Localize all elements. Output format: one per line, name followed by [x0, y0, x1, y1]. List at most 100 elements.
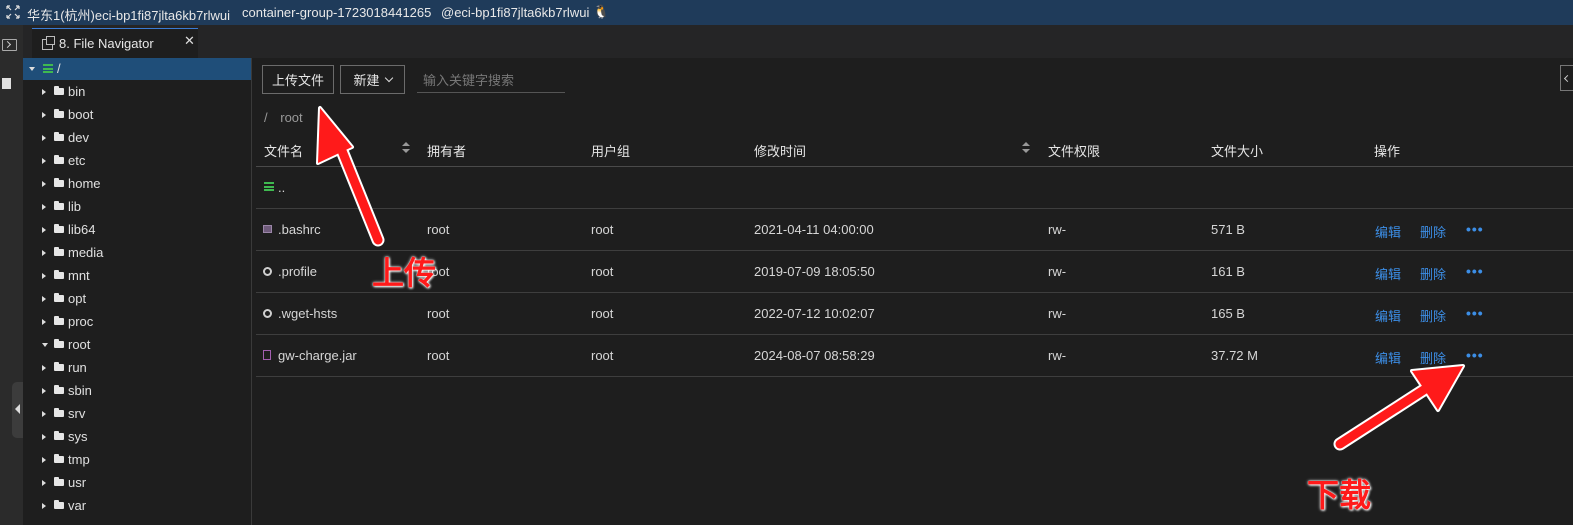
tree-item-home[interactable]: home: [23, 173, 251, 195]
chevron-right-icon[interactable]: [42, 411, 46, 417]
upload-annotation: 上传: [372, 255, 437, 291]
tree-item-label: /: [57, 61, 61, 76]
tree-item-label: run: [68, 360, 87, 375]
new-dropdown-button[interactable]: 新建: [340, 65, 405, 94]
chevron-right-icon[interactable]: [42, 434, 46, 440]
tree-item-media[interactable]: media: [23, 242, 251, 264]
parent-dir-label[interactable]: ..: [278, 180, 285, 195]
chevron-right-icon[interactable]: [42, 135, 46, 141]
delete-link[interactable]: 删除: [1420, 348, 1446, 367]
tree-item-label: tmp: [68, 452, 90, 467]
chevron-right-icon[interactable]: [42, 204, 46, 210]
edit-link[interactable]: 编辑: [1375, 222, 1401, 241]
terminal-icon[interactable]: [2, 39, 17, 51]
tree-item-lib[interactable]: lib: [23, 196, 251, 218]
linux-icon: 🐧: [593, 4, 610, 19]
delete-link[interactable]: 删除: [1420, 264, 1446, 283]
breadcrumb-current[interactable]: root: [280, 110, 302, 125]
header-name[interactable]: 文件名: [264, 141, 303, 160]
chevron-right-icon[interactable]: [42, 158, 46, 164]
folder-icon: [54, 201, 64, 210]
delete-link[interactable]: 删除: [1420, 222, 1446, 241]
folder-icon: [54, 316, 64, 325]
chevron-right-icon[interactable]: [42, 480, 46, 486]
tree-item-run[interactable]: run: [23, 357, 251, 379]
tree-item-srv[interactable]: srv: [23, 403, 251, 425]
chevron-right-icon[interactable]: [42, 112, 46, 118]
table-row[interactable]: .profile root root 2019-07-09 18:05:50 rw- 16…: [256, 251, 1573, 293]
tree-item-root-dir[interactable]: /: [23, 58, 251, 80]
file-permission: rw-: [1048, 306, 1067, 321]
more-actions-icon[interactable]: •••: [1466, 305, 1484, 321]
chevron-right-icon[interactable]: [42, 181, 46, 187]
edit-link[interactable]: 编辑: [1375, 264, 1401, 283]
folder-icon: [54, 270, 64, 279]
expand-icon[interactable]: [6, 5, 20, 19]
tree-item-bin[interactable]: bin: [23, 81, 251, 103]
tree-item-var[interactable]: var: [23, 495, 251, 517]
folder-icon: [54, 178, 64, 187]
tree-item-proc[interactable]: proc: [23, 311, 251, 333]
file-owner: root: [427, 222, 450, 237]
sort-icon[interactable]: [402, 142, 410, 154]
tree-item-root[interactable]: root: [23, 334, 251, 356]
more-actions-icon[interactable]: •••: [1466, 263, 1484, 279]
list-icon: [43, 64, 53, 73]
file-name[interactable]: gw-charge.jar: [278, 348, 357, 363]
chevron-right-icon[interactable]: [42, 273, 46, 279]
chevron-right-icon[interactable]: [42, 319, 46, 325]
delete-link[interactable]: 删除: [1420, 306, 1446, 325]
search-input[interactable]: [417, 68, 565, 93]
tree-item-boot[interactable]: boot: [23, 104, 251, 126]
chevron-right-icon[interactable]: [42, 388, 46, 394]
edit-link[interactable]: 编辑: [1375, 348, 1401, 367]
chevron-right-icon[interactable]: [42, 457, 46, 463]
close-icon[interactable]: ✕: [184, 33, 195, 49]
tree-item-sys[interactable]: sys: [23, 426, 251, 448]
table-row[interactable]: gw-charge.jar root root 2024-08-07 08:58:29…: [256, 335, 1573, 377]
panel-toggle-button[interactable]: [1560, 65, 1573, 91]
tree-item-label: sbin: [68, 383, 92, 398]
file-permission: rw-: [1048, 264, 1067, 279]
chevron-right-icon[interactable]: [42, 365, 46, 371]
chevron-right-icon[interactable]: [42, 503, 46, 509]
copy-icon: [42, 36, 55, 50]
more-actions-icon[interactable]: •••: [1466, 221, 1484, 237]
chevron-right-icon[interactable]: [42, 250, 46, 256]
chevron-right-icon[interactable]: [42, 89, 46, 95]
tree-item-lib64[interactable]: lib64: [23, 219, 251, 241]
activity-bar: [0, 25, 23, 525]
file-name[interactable]: .profile: [278, 264, 317, 279]
tree-item-mnt[interactable]: mnt: [23, 265, 251, 287]
table-row[interactable]: .wget-hsts root root 2022-07-12 10:02:07 rw-…: [256, 293, 1573, 335]
gear-file-icon: [263, 309, 272, 318]
folder-icon: [54, 408, 64, 417]
chevron-right-icon[interactable]: [42, 227, 46, 233]
table-header: 文件名 拥有者 用户组 修改时间 文件权限 文件大小 操作: [256, 132, 1573, 167]
parent-dir-row[interactable]: ..: [256, 167, 1573, 209]
sort-icon[interactable]: [1022, 142, 1030, 154]
file-group: root: [591, 348, 614, 363]
table-row[interactable]: .bashrc root root 2021-04-11 04:00:00 rw- 571…: [256, 209, 1573, 251]
file-icon[interactable]: [2, 78, 11, 89]
collapse-sidebar-handle[interactable]: [12, 382, 23, 438]
tree-item-label: srv: [68, 406, 86, 421]
more-actions-icon[interactable]: •••: [1466, 347, 1484, 363]
tree-item-usr[interactable]: usr: [23, 472, 251, 494]
chevron-right-icon[interactable]: [42, 296, 46, 302]
chevron-down-icon[interactable]: [29, 67, 35, 71]
tree-item-dev[interactable]: dev: [23, 127, 251, 149]
tree-item-etc[interactable]: etc: [23, 150, 251, 172]
upload-file-button[interactable]: 上传文件: [262, 65, 334, 94]
file-name[interactable]: .bashrc: [278, 222, 321, 237]
tree-item-label: opt: [68, 291, 87, 306]
edit-link[interactable]: 编辑: [1375, 306, 1401, 325]
tree-item-sbin[interactable]: sbin: [23, 380, 251, 402]
tree-item-opt[interactable]: opt: [23, 288, 251, 310]
tree-item-tmp[interactable]: tmp: [23, 449, 251, 471]
folder-icon: [54, 293, 64, 302]
chevron-down-icon[interactable]: [42, 343, 48, 347]
header-mtime[interactable]: 修改时间: [754, 141, 806, 160]
tab-file-navigator[interactable]: 8. File Navigator ✕: [32, 28, 198, 58]
file-name[interactable]: .wget-hsts: [278, 306, 337, 321]
